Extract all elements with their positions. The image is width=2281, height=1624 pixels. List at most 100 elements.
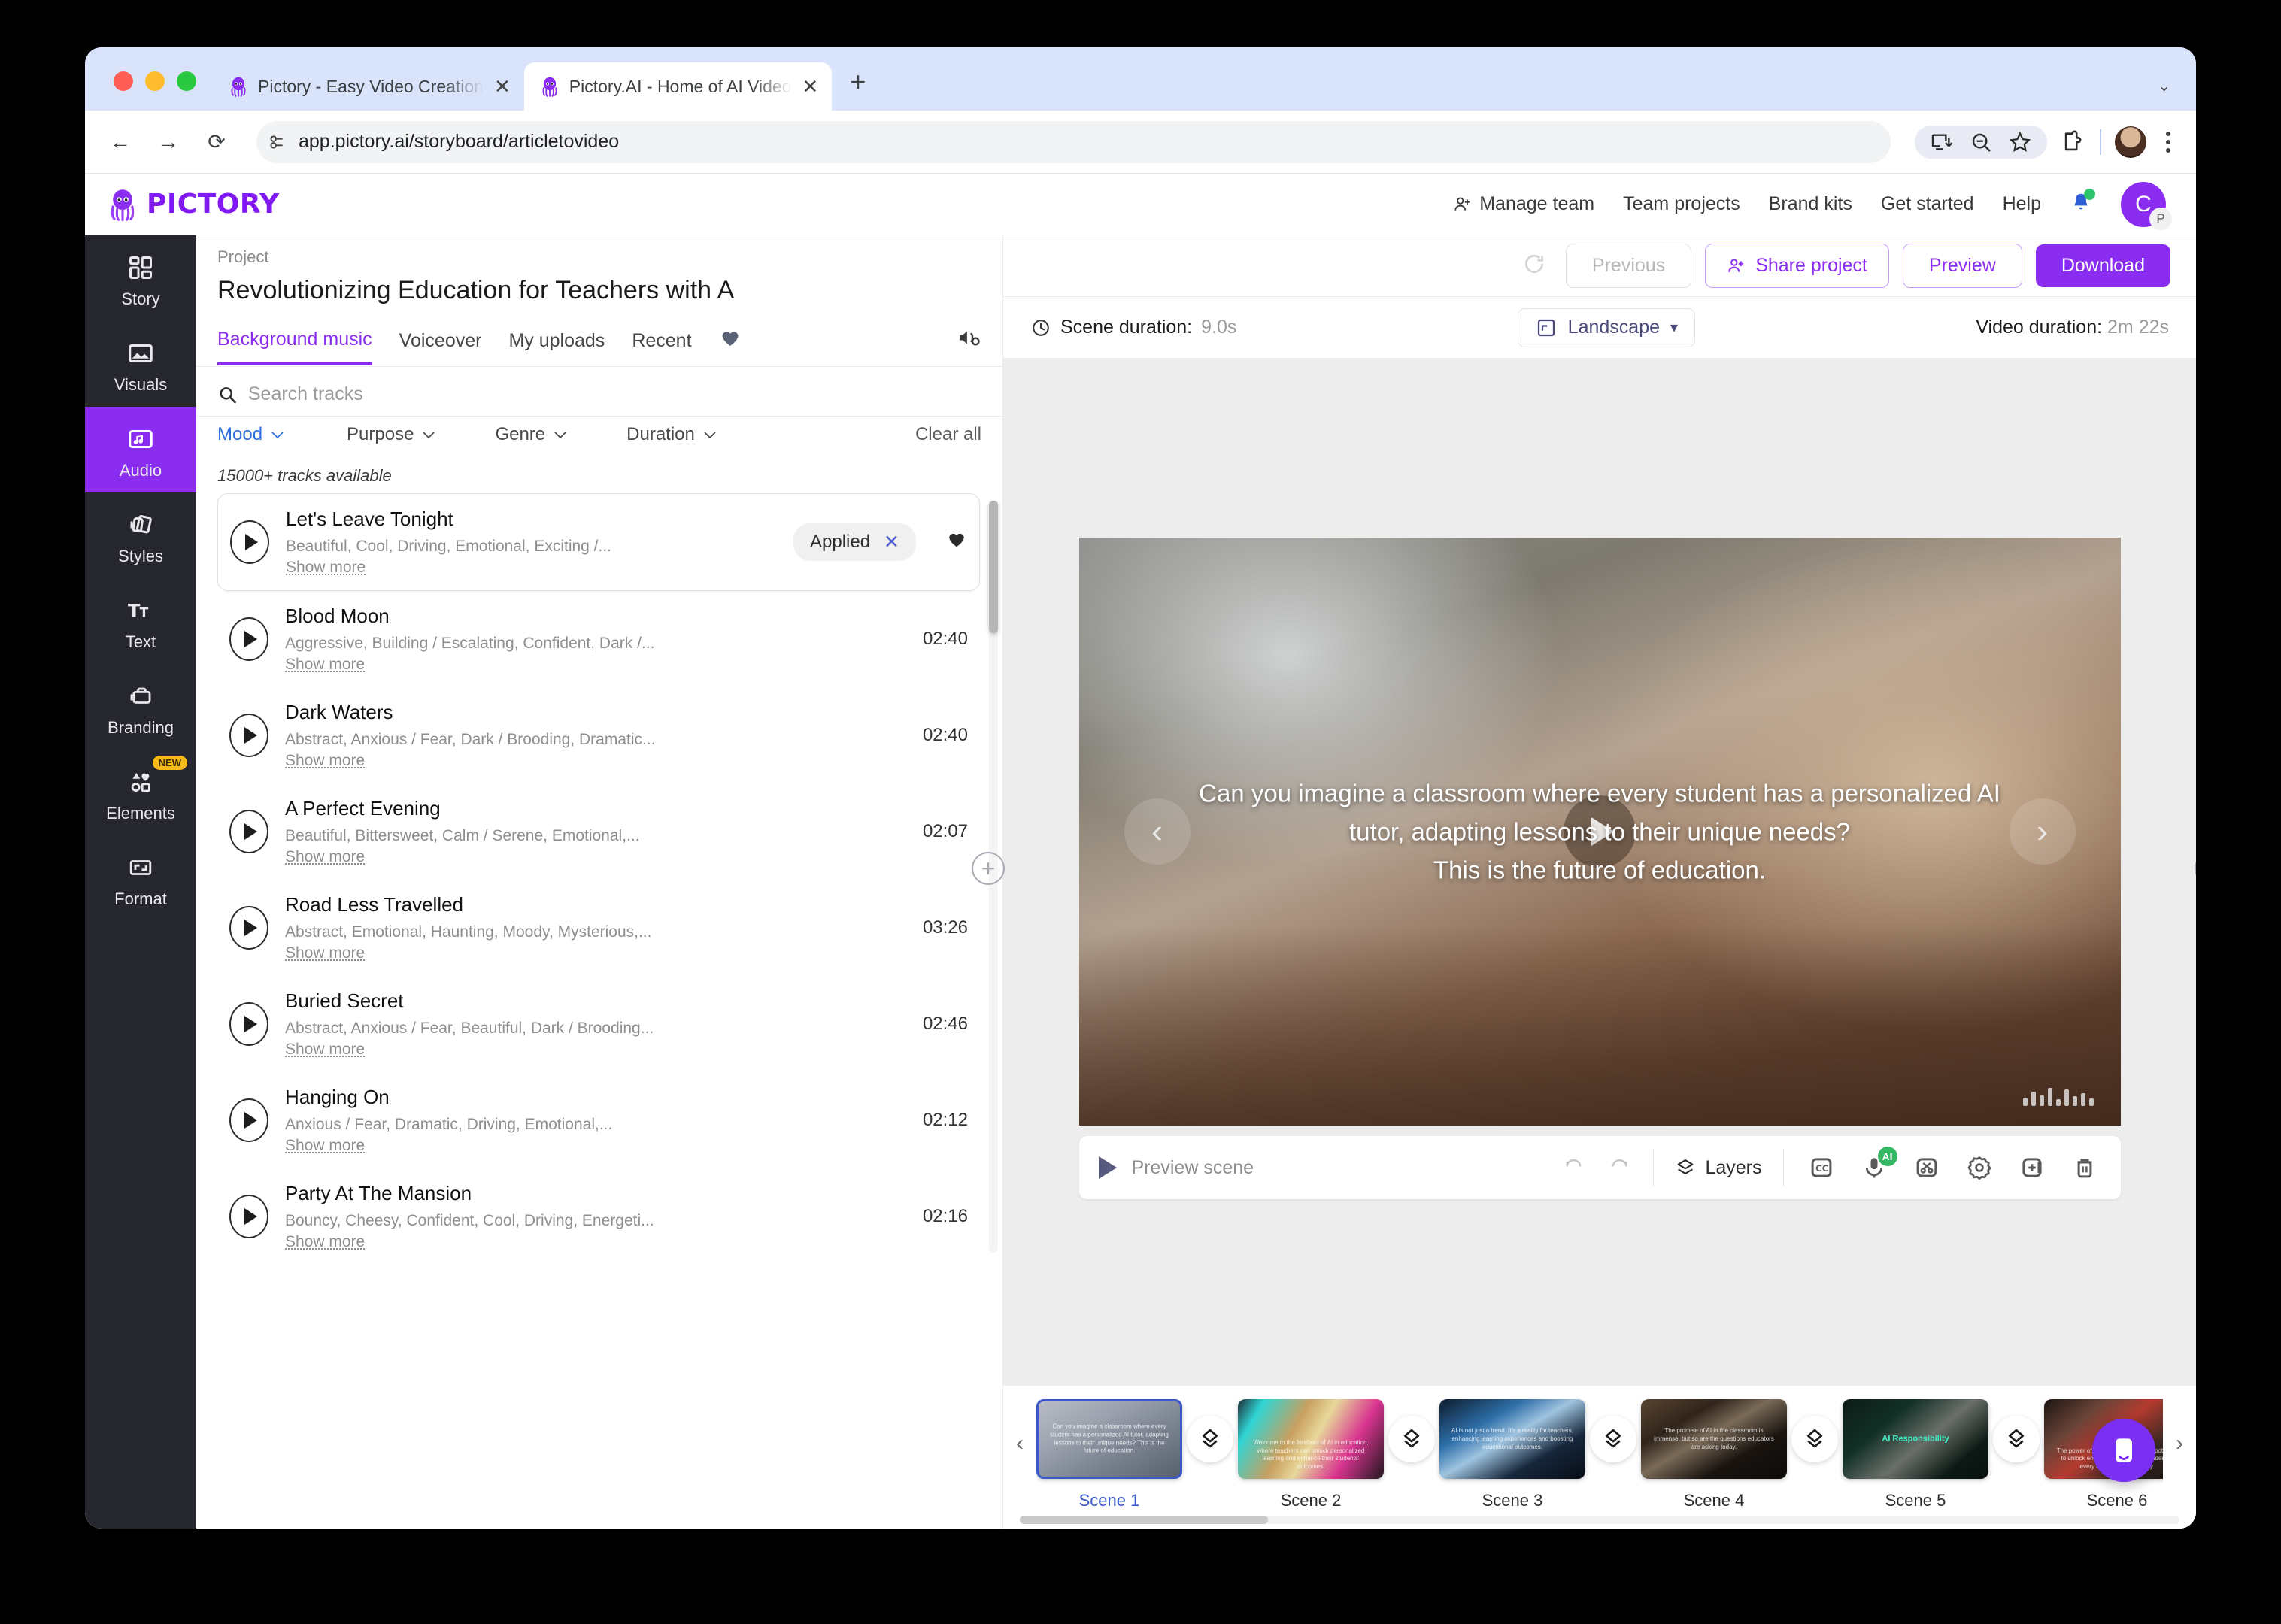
browser-menu-button[interactable] [2160, 131, 2176, 153]
sidebar-item-format[interactable]: Format [85, 835, 196, 921]
address-bar[interactable]: app.pictory.ai/storyboard/articletovideo [256, 120, 1891, 163]
filter-purpose[interactable]: Purpose [347, 424, 436, 445]
play-track-button[interactable] [229, 1195, 268, 1238]
scene-thumbnail[interactable]: The promise of AI in the classroom is im… [1641, 1399, 1787, 1479]
previous-scene-arrow[interactable]: ‹ [1124, 798, 1191, 865]
next-scene-arrow[interactable]: › [2009, 798, 2076, 865]
scene-cell[interactable]: AI Responsibility Scene 5 [1843, 1399, 1988, 1510]
scene-thumbnail[interactable]: Welcome to the forefront of AI in educat… [1238, 1399, 1384, 1479]
scene-thumbnail[interactable]: AI is not just a trend. It's a reality f… [1439, 1399, 1585, 1479]
previous-button[interactable]: Previous [1565, 244, 1692, 288]
user-avatar[interactable]: C P [2121, 181, 2172, 230]
scene-cell[interactable]: Welcome to the forefront of AI in educat… [1238, 1399, 1384, 1510]
nav-get-started[interactable]: Get started [1881, 193, 1974, 215]
layers-button[interactable]: Layers [1654, 1157, 1782, 1179]
preview-button[interactable]: Preview [1902, 244, 2022, 288]
sidebar-item-audio[interactable]: Audio [85, 407, 196, 492]
track-row[interactable]: Hanging On Anxious / Fear, Dramatic, Dri… [217, 1072, 980, 1168]
minimize-window-button[interactable] [145, 71, 165, 91]
clear-all-button[interactable]: Clear all [915, 424, 981, 445]
sidebar-item-visuals[interactable]: Visuals [85, 321, 196, 407]
redo-icon[interactable] [1606, 1154, 1632, 1181]
scene-caption[interactable]: Can you imagine a classroom where every … [1142, 774, 2058, 889]
play-track-button[interactable] [229, 810, 268, 853]
filter-mood[interactable]: Mood [217, 424, 285, 445]
audio-settings-icon[interactable] [956, 325, 981, 354]
pictory-logo[interactable]: PICTORY [106, 187, 280, 222]
site-settings-icon[interactable] [267, 132, 287, 152]
play-track-button[interactable] [229, 1098, 268, 1142]
install-app-icon[interactable] [1930, 130, 1954, 154]
track-row[interactable]: Blood Moon Aggressive, Building / Escala… [217, 591, 980, 687]
close-tab-2-button[interactable]: ✕ [801, 77, 820, 96]
share-project-button[interactable]: Share project [1705, 244, 1889, 288]
duplicate-icon[interactable] [2016, 1151, 2049, 1184]
tab-search-chevron-down-icon[interactable]: ⌄ [2158, 77, 2170, 95]
applied-chip[interactable]: Applied ✕ [793, 523, 916, 561]
tab-background-music[interactable]: Background music [217, 329, 372, 365]
play-track-button[interactable] [229, 906, 268, 950]
undo-icon[interactable] [1561, 1154, 1587, 1181]
preview-scene-button[interactable]: Preview scene [1098, 1156, 1254, 1179]
add-scene-before-button[interactable]: + [972, 852, 1005, 885]
show-more-link[interactable]: Show more [285, 848, 365, 866]
strip-prev-button[interactable]: ‹ [1003, 1399, 1036, 1456]
transition-diamond-icon[interactable] [1590, 1416, 1636, 1462]
bell-icon[interactable] [2070, 189, 2095, 217]
filter-genre[interactable]: Genre [495, 424, 568, 445]
closed-captions-icon[interactable]: CC [1805, 1151, 1838, 1184]
remove-applied-icon[interactable]: ✕ [884, 531, 899, 553]
close-tab-1-button[interactable]: ✕ [493, 77, 512, 96]
play-track-button[interactable] [230, 520, 269, 564]
track-row[interactable]: Buried Secret Abstract, Anxious / Fear, … [217, 976, 980, 1072]
show-more-link[interactable]: Show more [285, 752, 365, 770]
tab-voiceover[interactable]: Voiceover [399, 330, 482, 364]
scissors-icon[interactable] [1910, 1151, 1943, 1184]
refresh-icon[interactable] [1522, 252, 1546, 280]
settings-gear-icon[interactable] [1963, 1151, 1996, 1184]
reload-button[interactable]: ⟳ [201, 126, 232, 158]
heart-icon[interactable] [719, 328, 742, 366]
bookmark-star-icon[interactable] [2008, 130, 2032, 154]
forward-button[interactable]: → [153, 126, 184, 158]
new-tab-button[interactable]: + [832, 68, 884, 111]
microphone-icon[interactable]: AI [1858, 1147, 1897, 1184]
transition-diamond-icon[interactable] [1187, 1416, 1233, 1462]
nav-team-projects[interactable]: Team projects [1623, 193, 1740, 215]
back-button[interactable]: ← [105, 126, 136, 158]
search-input[interactable] [247, 383, 981, 405]
scene-thumbnail[interactable]: Can you imagine a classroom where every … [1036, 1399, 1182, 1479]
video-preview[interactable]: Can you imagine a classroom where every … [1078, 538, 2121, 1126]
track-row[interactable]: Let's Leave Tonight Beautiful, Cool, Dri… [217, 493, 980, 591]
scene-cell[interactable]: The promise of AI in the classroom is im… [1641, 1399, 1787, 1510]
track-row[interactable]: Party At The Mansion Bouncy, Cheesy, Con… [217, 1168, 980, 1265]
sidebar-item-branding[interactable]: Branding [85, 664, 196, 750]
chat-support-button[interactable] [2092, 1419, 2155, 1482]
play-track-button[interactable] [229, 714, 268, 757]
tab-my-uploads[interactable]: My uploads [508, 330, 605, 364]
browser-tab-2[interactable]: Pictory.AI - Home of AI Video ✕ [523, 62, 833, 111]
track-row[interactable]: Dark Waters Abstract, Anxious / Fear, Da… [217, 687, 980, 783]
sidebar-item-styles[interactable]: Styles [85, 492, 196, 578]
tab-recent[interactable]: Recent [632, 330, 691, 364]
transition-diamond-icon[interactable] [1993, 1416, 2040, 1462]
scene-thumbnail[interactable]: AI Responsibility [1843, 1399, 1988, 1479]
show-more-link[interactable]: Show more [285, 944, 365, 962]
transition-diamond-icon[interactable] [1388, 1416, 1435, 1462]
sidebar-item-story[interactable]: Story [85, 235, 196, 321]
add-scene-after-button[interactable]: + [2195, 852, 2196, 885]
orientation-selector[interactable]: Landscape ▾ [1517, 308, 1696, 347]
nav-brand-kits[interactable]: Brand kits [1769, 193, 1852, 215]
zoom-out-icon[interactable] [1969, 130, 1993, 154]
scrollbar-thumb[interactable] [1020, 1516, 1268, 1524]
scrollbar-thumb[interactable] [989, 501, 998, 633]
nav-help[interactable]: Help [2003, 193, 2041, 215]
track-row[interactable]: Road Less Travelled Abstract, Emotional,… [217, 880, 980, 976]
play-track-button[interactable] [229, 1002, 268, 1046]
scene-cell[interactable]: Can you imagine a classroom where every … [1036, 1399, 1182, 1510]
show-more-link[interactable]: Show more [286, 559, 366, 577]
show-more-link[interactable]: Show more [285, 656, 365, 674]
favorite-heart-icon[interactable] [946, 530, 967, 555]
maximize-window-button[interactable] [177, 71, 196, 91]
nav-manage-team[interactable]: Manage team [1453, 193, 1594, 215]
